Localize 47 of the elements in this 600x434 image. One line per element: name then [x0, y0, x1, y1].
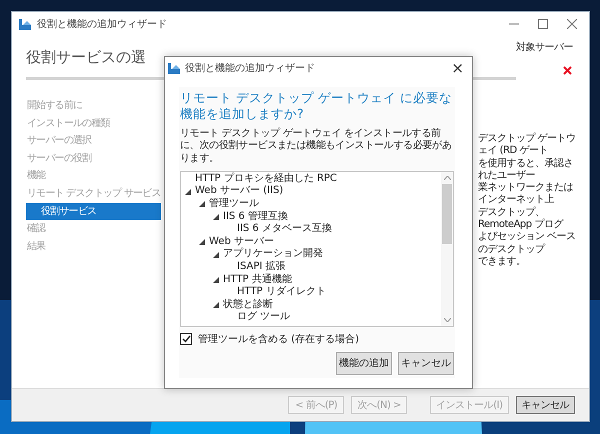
- expand-icon[interactable]: [213, 302, 219, 308]
- window-title: 役割と機能の追加ウィザード: [37, 18, 167, 31]
- description-line: を使用すると、承認されたユーザー: [478, 158, 574, 182]
- tree-item[interactable]: IIS 6 管理互換: [223, 210, 288, 224]
- tree-item[interactable]: HTTP プロキシを経由した RPC: [195, 172, 337, 186]
- description-line: よびセッション ベースのデスクトップ: [478, 231, 577, 256]
- expand-icon[interactable]: [199, 239, 205, 246]
- description-line: できます。: [478, 256, 526, 268]
- maximize-icon[interactable]: [538, 19, 548, 29]
- close-button[interactable]: ×: [443, 58, 472, 78]
- dialog-description: リモート デスクトップ ゲートウェイ をインストールする前に、次の役割サービスまたは機能もインストールする必要があります。: [180, 128, 453, 165]
- description-line: デスクトップ ゲートウェイ (RD ゲート: [478, 133, 577, 158]
- checkbox-label: 管理ツールを含める (存在する場合): [198, 332, 359, 346]
- sidebar-item[interactable]: 役割サービス: [26, 202, 161, 220]
- scroll-up-icon[interactable]: [444, 176, 450, 180]
- dialog-heading: リモート デスクトップ ゲートウェイ に必要な機能を追加しますか?: [180, 90, 453, 122]
- tree-item[interactable]: 管理ツール: [209, 198, 259, 211]
- tree-item[interactable]: IIS 6 メタベース互換: [237, 223, 332, 236]
- page-heading: 役割サービスの選: [26, 48, 146, 67]
- tree-item[interactable]: ログ ツール: [237, 311, 290, 324]
- dialog-button[interactable]: 機能の追加: [336, 352, 392, 375]
- tree-item[interactable]: ISAPI 拡張: [237, 261, 286, 274]
- checkbox[interactable]: [180, 332, 192, 345]
- expand-icon[interactable]: [213, 214, 219, 220]
- tree-item[interactable]: HTTP リダイレクト: [237, 286, 326, 299]
- scroll-thumb[interactable]: [442, 184, 452, 244]
- expand-icon[interactable]: [199, 201, 205, 208]
- tree-item[interactable]: Web サーバー: [209, 236, 274, 248]
- dialog-title: 役割と機能の追加ウィザード: [185, 62, 315, 75]
- wizard-button[interactable]: キャンセル: [516, 396, 575, 414]
- server-icon: [168, 62, 180, 74]
- expand-icon[interactable]: [185, 188, 191, 195]
- target-server-label: 対象サーバー: [516, 40, 573, 54]
- description-line: 業ネットワークまたはインターネット上: [478, 182, 574, 206]
- server-icon: [19, 18, 31, 30]
- scroll-down-icon[interactable]: [444, 318, 450, 322]
- tree-item[interactable]: アプリケーション開発: [223, 248, 323, 262]
- error-icon: [563, 66, 572, 75]
- tree-item[interactable]: 状態と診断: [223, 298, 273, 312]
- expand-icon[interactable]: [213, 252, 219, 258]
- description-line: デスクトップ、RemoteApp プログ: [478, 206, 564, 232]
- dialog-button[interactable]: キャンセル: [398, 352, 454, 375]
- expand-icon[interactable]: [213, 276, 219, 283]
- scrollbar[interactable]: [441, 172, 453, 326]
- tree-item[interactable]: HTTP 共通機能: [223, 274, 292, 286]
- close-icon[interactable]: [567, 19, 577, 29]
- tree-item[interactable]: Web サーバー (IIS): [195, 185, 284, 198]
